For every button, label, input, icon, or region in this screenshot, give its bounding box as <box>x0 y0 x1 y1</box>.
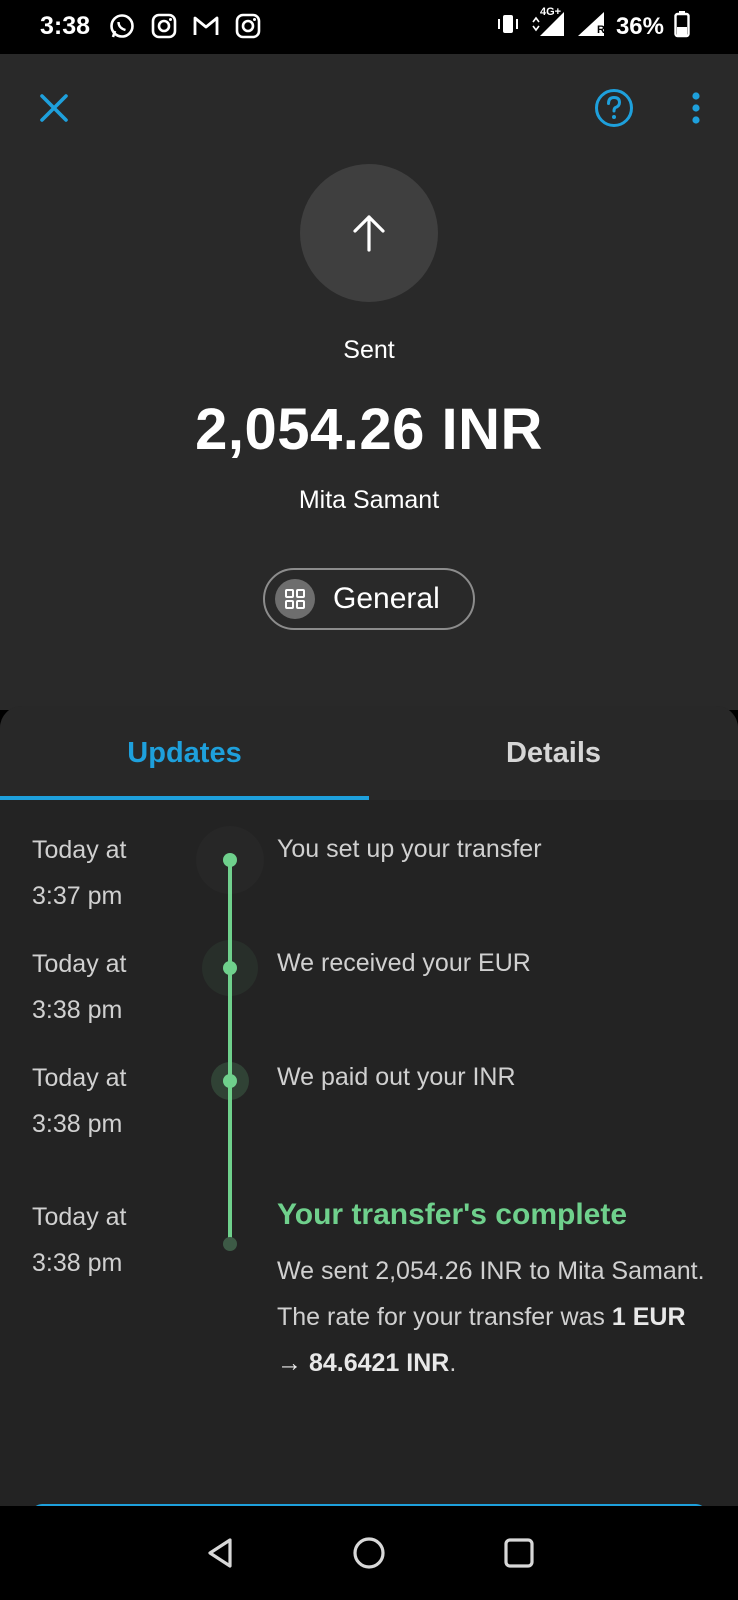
instagram-icon <box>150 12 178 40</box>
timeline-event: You set up your transfer <box>277 835 542 863</box>
vibrate-icon <box>496 11 520 42</box>
nav-home-button[interactable] <box>346 1530 392 1576</box>
timeline-dot <box>223 961 237 975</box>
whatsapp-icon <box>108 12 136 40</box>
transfer-panel: Updates Details Today at 3:37 pm You set… <box>0 706 738 1514</box>
help-icon <box>595 89 633 127</box>
tab-bar: Updates Details <box>0 706 738 800</box>
transfer-status: Sent <box>343 336 395 364</box>
system-indicators: 4G+ R 36% <box>496 6 690 43</box>
recents-square-icon <box>504 1538 534 1568</box>
gmail-icon <box>192 12 220 40</box>
notification-icons <box>108 12 262 40</box>
category-chip[interactable]: General <box>263 568 475 630</box>
timeline-date: Today at 3:38 pm <box>32 1203 127 1277</box>
roaming-indicator: R <box>596 24 605 36</box>
timeline-date: Today at 3:38 pm <box>32 1064 127 1138</box>
back-triangle-icon <box>208 1538 232 1568</box>
home-circle-icon <box>353 1537 385 1569</box>
timeline-event: We paid out your INR <box>277 1063 516 1091</box>
transfer-complete-title: Your transfer's complete <box>277 1198 628 1231</box>
category-label: General <box>333 582 440 615</box>
timeline-date: Today at 3:37 pm <box>32 836 127 910</box>
more-vertical-icon <box>692 92 700 124</box>
grid-icon <box>275 579 315 619</box>
timeline-end-dot <box>223 1237 237 1251</box>
transfer-type-avatar <box>300 164 438 302</box>
tab-details[interactable]: Details <box>369 706 738 800</box>
close-button[interactable] <box>36 90 72 126</box>
network-signal-icon: 4G+ <box>530 6 566 43</box>
timeline-date: Today at 3:38 pm <box>32 950 127 1024</box>
transfer-complete-description: We sent 2,054.26 INR to Mita Samant. The… <box>277 1257 705 1377</box>
timeline-line <box>228 864 232 1244</box>
system-nav-bar <box>0 1506 738 1600</box>
tab-updates[interactable]: Updates <box>0 706 369 800</box>
timeline-event: We received your EUR <box>277 949 531 977</box>
close-icon <box>40 94 68 122</box>
nav-back-button[interactable] <box>198 1530 244 1576</box>
more-options-button[interactable] <box>684 88 708 128</box>
arrow-up-icon <box>353 215 385 252</box>
battery-icon <box>674 10 690 43</box>
nav-recents-button[interactable] <box>496 1530 542 1576</box>
active-tab-indicator <box>0 796 369 800</box>
transfer-amount: 2,054.26 INR <box>195 397 543 462</box>
recipient-name: Mita Samant <box>298 486 440 514</box>
timeline-dot <box>223 1074 237 1088</box>
timeline-dot <box>223 853 237 867</box>
instagram-icon <box>234 12 262 40</box>
status-time: 3:38 <box>40 12 91 40</box>
transfer-header: Sent 2,054.26 INR Mita Samant General <box>0 54 738 710</box>
battery-percent: 36% <box>615 12 664 40</box>
signal-roaming-icon: R <box>576 10 606 43</box>
network-type: 4G+ <box>539 6 562 18</box>
status-bar: 3:38 4G+ R 36% <box>0 0 738 54</box>
help-button[interactable] <box>594 88 634 128</box>
